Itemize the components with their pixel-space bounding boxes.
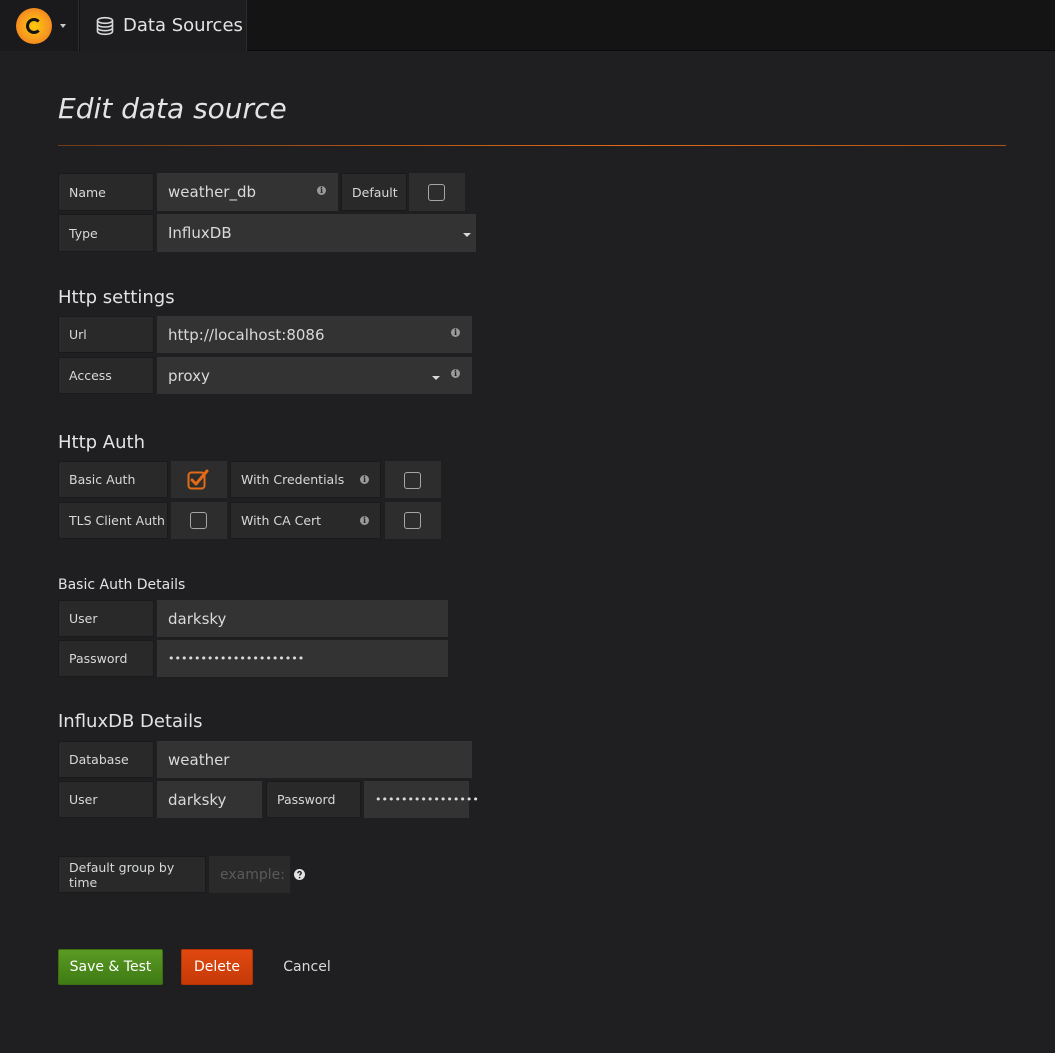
access-value: proxy xyxy=(168,366,210,385)
title-divider xyxy=(58,145,1006,146)
cancel-link[interactable]: Cancel xyxy=(274,949,340,985)
http-auth-heading: Http Auth xyxy=(58,432,145,453)
group-by-time-input[interactable]: example: xyxy=(209,856,290,893)
influx-password-input[interactable]: •••••••••••••••• xyxy=(364,781,479,818)
type-select[interactable]: InfluxDB xyxy=(157,214,476,252)
breadcrumb-data-sources[interactable]: Data Sources xyxy=(80,0,247,51)
basic-password-label: Password xyxy=(58,640,154,677)
influx-user-label: User xyxy=(58,781,154,818)
basic-auth-details-heading: Basic Auth Details xyxy=(58,577,186,593)
name-label: Name xyxy=(58,173,154,211)
page-title: Edit data source xyxy=(58,92,287,125)
type-value: InfluxDB xyxy=(168,224,232,242)
url-label: Url xyxy=(58,316,154,353)
url-info-icon[interactable]: i xyxy=(451,328,460,337)
top-navbar: Data Sources xyxy=(0,0,1055,51)
name-input[interactable]: weather_db xyxy=(157,173,338,211)
default-label: Default xyxy=(341,173,407,211)
http-settings-heading: Http settings xyxy=(58,287,175,308)
influx-password-mask: •••••••••••••••• xyxy=(375,793,479,806)
grafana-logo-icon xyxy=(16,8,52,44)
tls-client-auth-label: TLS Client Auth xyxy=(58,502,168,539)
name-info-icon[interactable]: i xyxy=(317,186,326,195)
breadcrumb-label: Data Sources xyxy=(123,15,243,36)
basic-user-value: darksky xyxy=(168,609,227,628)
with-credentials-label: With Credentials xyxy=(230,461,381,498)
default-checkbox[interactable] xyxy=(428,184,445,201)
basic-user-label: User xyxy=(58,600,154,637)
basic-user-input[interactable]: darksky xyxy=(157,600,448,637)
influx-password-label: Password xyxy=(266,781,361,818)
tls-client-auth-checkbox[interactable] xyxy=(190,512,207,529)
influxdb-details-heading: InfluxDB Details xyxy=(58,711,203,732)
influx-user-input[interactable]: darksky xyxy=(157,781,262,818)
type-label: Type xyxy=(58,214,154,252)
group-by-time-label: Default group by time xyxy=(58,856,206,893)
type-caret-icon xyxy=(463,233,471,237)
save-test-button[interactable]: Save & Test xyxy=(58,949,163,985)
basic-auth-label: Basic Auth xyxy=(58,461,168,498)
database-icon xyxy=(96,16,114,35)
help-icon[interactable] xyxy=(294,869,305,880)
delete-button[interactable]: Delete xyxy=(181,949,253,985)
with-credentials-info-icon[interactable]: i xyxy=(360,475,369,484)
database-label: Database xyxy=(58,741,154,778)
with-ca-cert-checkbox[interactable] xyxy=(404,512,421,529)
basic-auth-checkbox[interactable] xyxy=(187,469,209,490)
access-label: Access xyxy=(58,357,154,394)
access-caret-icon xyxy=(432,376,440,380)
url-input[interactable]: http://localhost:8086 xyxy=(157,316,472,353)
with-ca-cert-label: With CA Cert xyxy=(230,502,381,539)
with-ca-cert-info-icon[interactable]: i xyxy=(360,516,369,525)
database-value: weather xyxy=(168,750,230,769)
basic-password-input[interactable]: ••••••••••••••••••••• xyxy=(157,640,448,677)
with-credentials-checkbox[interactable] xyxy=(404,472,421,489)
influx-user-value: darksky xyxy=(168,790,227,809)
caret-down-icon xyxy=(60,24,66,28)
name-value: weather_db xyxy=(168,183,257,201)
access-info-icon[interactable]: i xyxy=(451,369,460,378)
basic-password-mask: ••••••••••••••••••••• xyxy=(168,652,305,665)
group-by-time-placeholder: example: xyxy=(220,866,285,883)
access-select[interactable]: proxy xyxy=(157,357,472,394)
url-value: http://localhost:8086 xyxy=(168,325,325,344)
database-input[interactable]: weather xyxy=(157,741,472,778)
grafana-menu-button[interactable] xyxy=(0,0,79,51)
